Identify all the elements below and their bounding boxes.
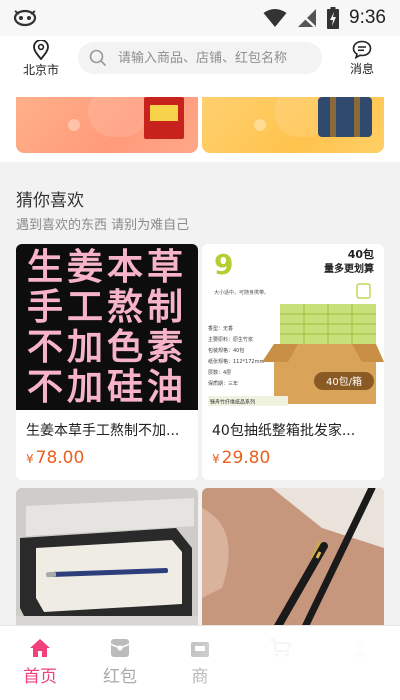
banner-strip [0, 82, 400, 162]
svg-text:40包: 40包 [348, 247, 374, 261]
product-price: ¥29.80 [212, 448, 271, 468]
svg-text:纸张规格：112*172mm: 纸张规格：112*172mm [208, 358, 264, 365]
promo-banner-rice[interactable] [16, 97, 198, 153]
svg-text:不加色素: 不加色素 [27, 327, 187, 368]
tab-user[interactable] [320, 626, 400, 700]
header: 北京市 消息 [0, 36, 400, 82]
message-bubble-icon [352, 40, 372, 59]
tab-cart[interactable] [240, 626, 320, 700]
status-time: 9:36 [349, 7, 386, 28]
search-bar[interactable] [78, 42, 322, 74]
location-pin-icon [33, 40, 49, 60]
backpack-image [318, 97, 372, 137]
product-card[interactable]: 生姜本草 手工熬制 不加色素 不加硅油 生姜本草手工熬制不加... ¥78.00 [16, 244, 198, 480]
search-input[interactable] [118, 42, 314, 74]
product-image-ginger: 生姜本草 手工熬制 不加色素 不加硅油 [16, 244, 198, 410]
rice-bag-image [144, 97, 184, 139]
tab-store[interactable]: 商 [160, 626, 240, 700]
messages-label: 消息 [349, 62, 374, 76]
product-image-pen-box [16, 488, 198, 625]
promo-banner-backpack[interactable] [202, 97, 384, 153]
location-button[interactable]: 北京市 [18, 40, 64, 78]
bottom-tab-bar: 首页 红包 商 [0, 625, 400, 700]
product-title: 生姜本草手工熬制不加... [26, 423, 180, 439]
product-title: 40包抽纸整箱批发家... [212, 423, 356, 439]
product-image-pens [202, 488, 384, 625]
svg-text:手工熬制: 手工熬制 [27, 287, 187, 328]
product-image-tissue: 9 40包 量多更划算 大小适中，可随身携带。 香型：无香 主要原料：原生竹浆 … [202, 244, 384, 410]
svg-text:9: 9 [214, 248, 233, 281]
svg-text:生姜本草: 生姜本草 [27, 247, 187, 288]
svg-text:不加硅油: 不加硅油 [27, 367, 187, 408]
location-label: 北京市 [22, 63, 59, 77]
status-bar: 9:36 [0, 0, 400, 36]
tab-red-packet[interactable]: 红包 [80, 626, 160, 700]
store-icon [191, 642, 209, 657]
recommend-section: 猜你喜欢 遇到喜欢的东西 请别为难自己 生姜本草 手工熬制 不加色素 不加硅油 … [0, 166, 400, 625]
battery-charging-icon [327, 7, 340, 29]
svg-text:包装规格：40包: 包装规格：40包 [208, 347, 244, 354]
home-icon [30, 639, 50, 657]
search-icon [89, 49, 107, 67]
recommend-title: 猜你喜欢 [16, 191, 84, 211]
messages-button[interactable]: 消息 [342, 40, 382, 77]
svg-text:量多更划算: 量多更划算 [324, 262, 374, 275]
content-area[interactable]: 猜你喜欢 遇到喜欢的东西 请别为难自己 生姜本草 手工熬制 不加色素 不加硅油 … [0, 82, 400, 625]
user-icon [352, 639, 368, 657]
svg-text:香型：无香: 香型：无香 [208, 325, 233, 332]
product-card[interactable] [16, 488, 198, 625]
app-notification-icon [13, 9, 37, 27]
tab-home[interactable]: 首页 [0, 626, 80, 700]
product-card[interactable]: 9 40包 量多更划算 大小适中，可随身携带。 香型：无香 主要原料：原生竹浆 … [202, 244, 384, 480]
svg-text:主要原料：原生竹浆: 主要原料：原生竹浆 [208, 336, 253, 343]
svg-text:臻舟竹纤维纸品系列: 臻舟竹纤维纸品系列 [210, 399, 255, 406]
svg-text:保质期：三年: 保质期：三年 [208, 380, 238, 387]
wifi-icon [263, 9, 287, 27]
red-packet-icon [110, 639, 130, 657]
no-signal-icon [297, 9, 317, 28]
svg-text:层数：4层: 层数：4层 [208, 369, 231, 376]
recommend-subtitle: 遇到喜欢的东西 请别为难自己 [16, 218, 190, 233]
svg-text:大小适中，可随身携带。: 大小适中，可随身携带。 [214, 289, 269, 296]
cart-icon [270, 639, 291, 657]
product-price: ¥78.00 [26, 448, 85, 468]
svg-text:40包/箱: 40包/箱 [326, 375, 362, 388]
product-card[interactable] [202, 488, 384, 625]
